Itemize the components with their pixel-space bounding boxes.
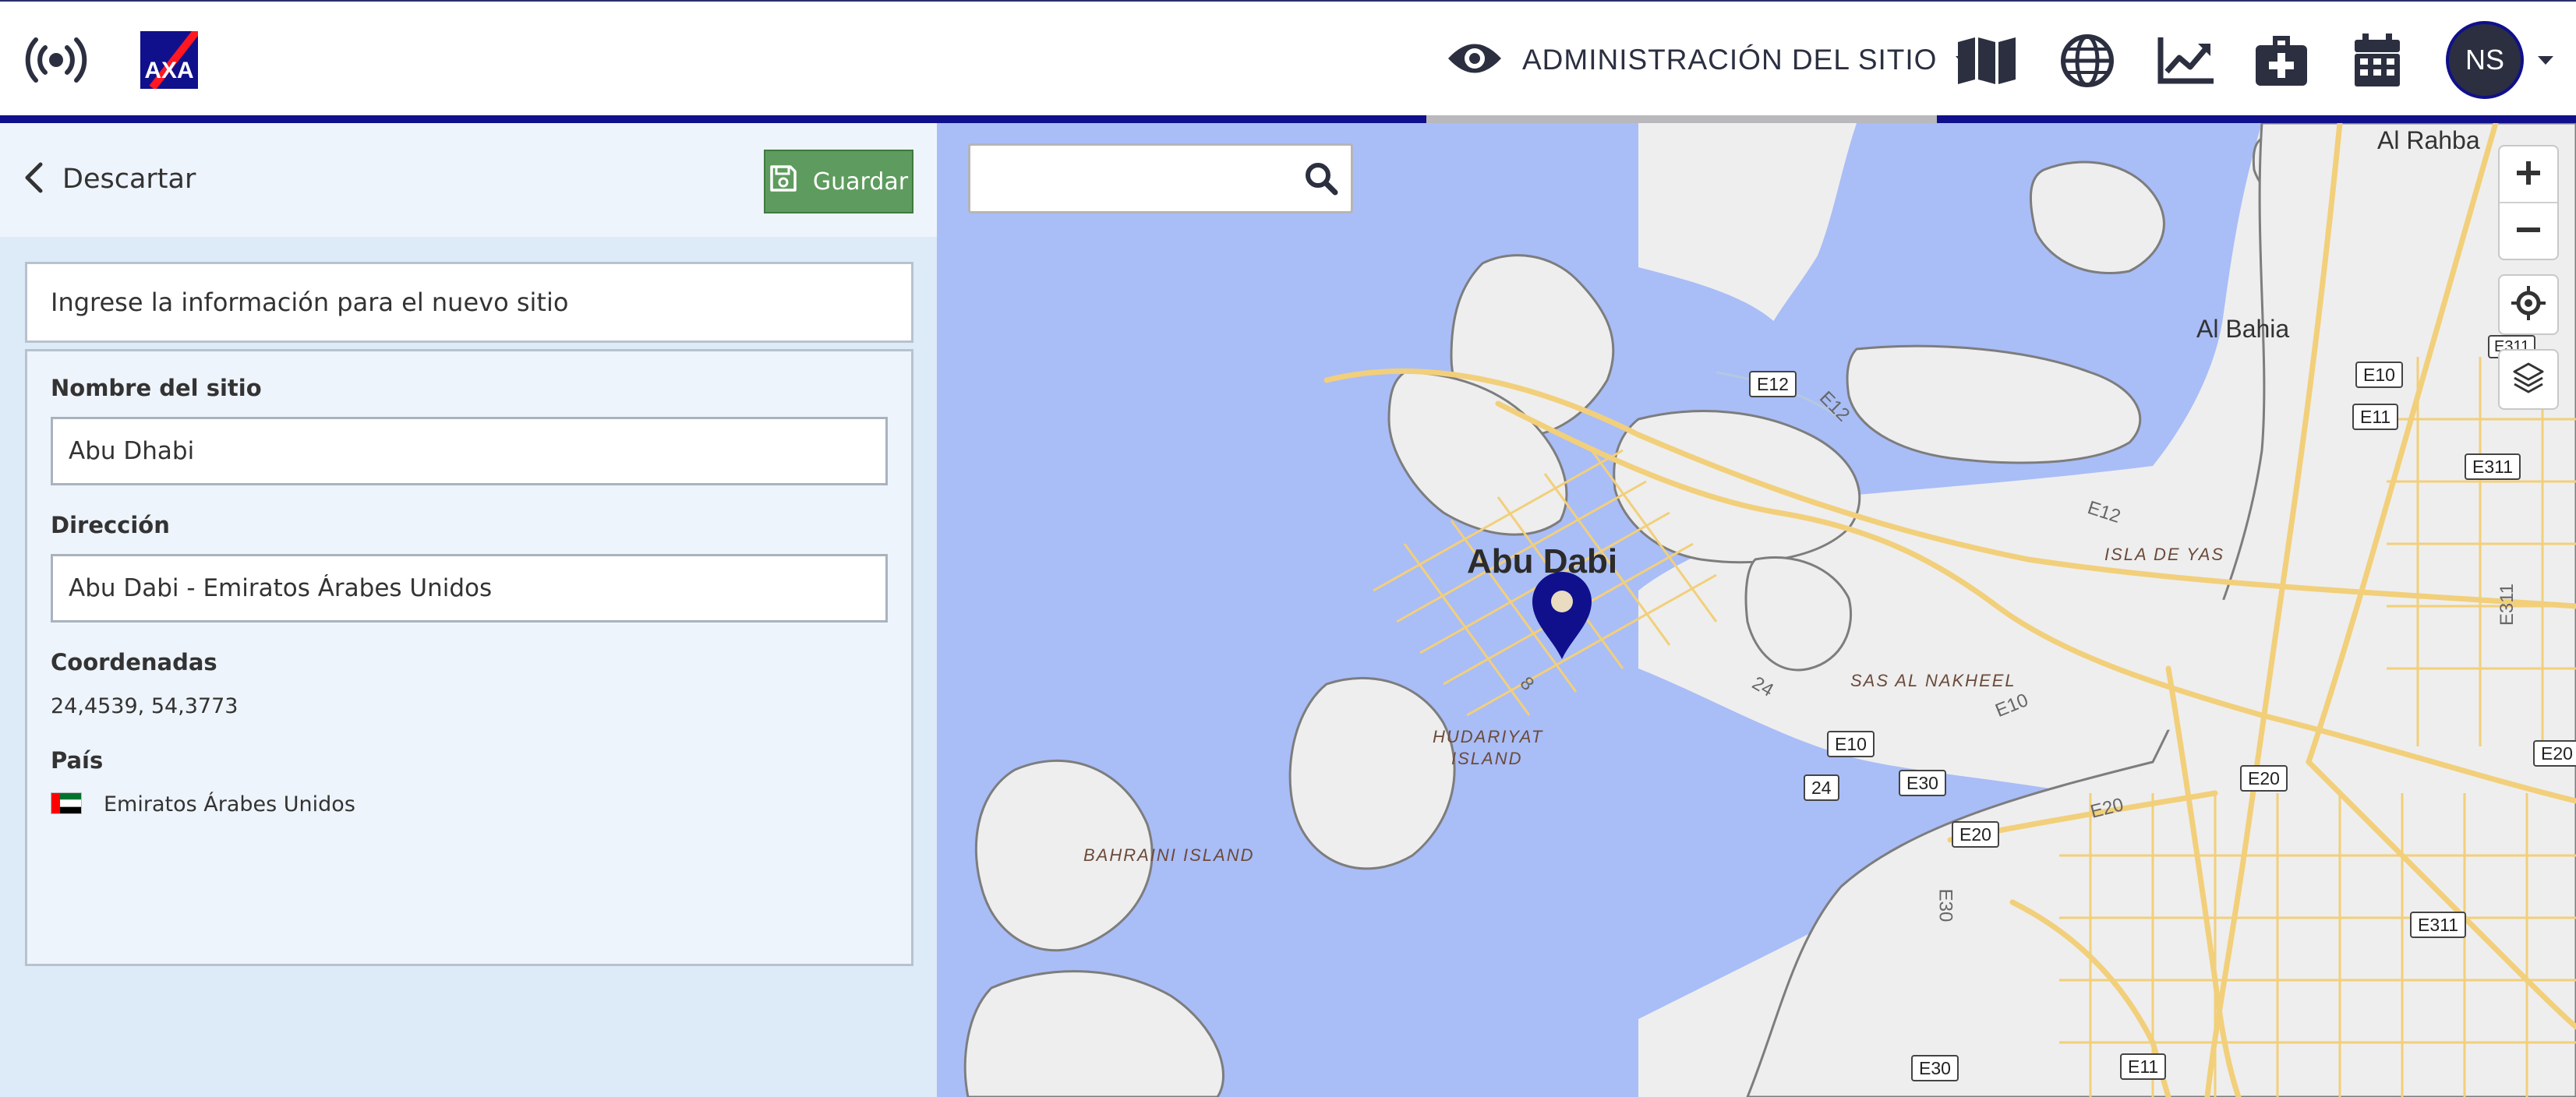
location-pin-icon[interactable] [1529,569,1595,661]
road-badge-e10-north: E10 [2355,362,2403,388]
map-canvas[interactable] [937,123,2576,1097]
locate-me-button[interactable] [2498,274,2559,335]
coordinates-label: Coordenadas [51,649,217,675]
site-name-label: Nombre del sitio [51,375,262,401]
place-label-isla-de-yas: ISLA DE YAS [2104,545,2225,564]
site-admin-label: ADMINISTRACIÓN DEL SITIO [1522,44,1938,76]
address-label: Dirección [51,512,170,538]
header-progress-bar [0,115,2576,123]
road-badge-24: 24 [1804,774,1839,801]
place-label-hudariyat: HUDARIYAT [1433,727,1544,746]
map-search-input[interactable] [978,153,1277,205]
road-badge-e30-south: E30 [1911,1055,1959,1081]
place-label-bahraini-island: BAHRAINI ISLAND [1083,845,1255,865]
panel-header: Descartar Guardar [0,123,937,237]
road-badge-e20-east: E20 [2240,765,2288,792]
zoom-in-button[interactable] [2500,146,2557,203]
place-label-al-bahia: Al Bahia [2196,315,2290,343]
floppy-disk-icon [769,164,797,199]
top-navigation-bar: AXA ADMINISTRACIÓN DEL SITIO NS [0,0,2576,117]
form-intro: Ingrese la información para el nuevo sit… [25,262,913,343]
site-name-input[interactable] [51,417,888,485]
layers-icon [2511,361,2546,398]
eye-icon [1446,39,1504,81]
user-menu-chevron-icon[interactable] [2538,56,2553,65]
road-badge-e30-north: E30 [1899,770,1946,796]
logo-text: AXA [144,58,194,83]
map-icon[interactable] [1956,36,2017,84]
axa-logo[interactable]: AXA [140,31,198,89]
site-form: Nombre del sitio Dirección Coordenadas 2… [25,349,913,966]
place-label-hudariyat-island: ISLAND [1451,749,1523,768]
chevron-left-icon [23,162,44,196]
country-label: País [51,747,104,774]
road-badge-e11-south: E11 [2120,1053,2167,1080]
map-search-box[interactable] [968,143,1353,213]
place-label-al-rahba: Al Rahba [2377,126,2480,154]
road-text-e30: E30 [1935,888,1956,922]
road-badge-e10: E10 [1827,731,1875,757]
search-icon[interactable] [1302,160,1340,197]
uae-flag-icon [51,792,82,814]
site-form-panel: Descartar Guardar Ingrese la información… [0,123,937,1097]
coordinates-value: 24,4539, 54,3773 [51,694,239,718]
user-initials: NS [2465,44,2504,76]
save-label: Guardar [812,168,909,196]
globe-icon[interactable] [2059,33,2115,89]
crosshair-icon [2511,286,2546,323]
zoom-control [2498,145,2559,260]
discard-label: Descartar [62,164,196,195]
medical-kit-icon[interactable] [2254,33,2309,87]
address-input[interactable] [51,554,888,623]
road-badge-e311-south: E311 [2410,912,2467,938]
road-badge-e11-north: E11 [2352,404,2399,430]
layers-button[interactable] [2498,349,2559,410]
road-badge-e20: E20 [1952,821,1999,848]
user-avatar[interactable]: NS [2446,21,2524,99]
place-label-sas-al-nakheel: SAS AL NAKHEEL [1850,671,2016,690]
road-badge-e20-far-east: E20 [2533,740,2576,767]
broadcast-icon[interactable] [23,36,89,84]
zoom-out-button[interactable] [2500,203,2557,259]
road-badge-e12: E12 [1749,371,1797,397]
country-value: Emiratos Árabes Unidos [104,792,355,817]
road-badge-e311-north: E311 [2465,453,2521,480]
plus-icon [2515,160,2542,189]
calendar-icon[interactable] [2352,33,2402,89]
intro-text: Ingrese la información para el nuevo sit… [51,287,569,317]
road-text-e311: E311 [2496,583,2518,626]
save-button[interactable]: Guardar [764,150,913,213]
map-view[interactable]: Al Rahba Al Bahia ISLA DE YAS SAS AL NAK… [937,123,2576,1097]
minus-icon [2515,217,2542,246]
site-admin-dropdown[interactable]: ADMINISTRACIÓN DEL SITIO [1446,25,1972,95]
chart-line-icon[interactable] [2157,36,2215,84]
discard-button[interactable]: Descartar [23,162,196,196]
